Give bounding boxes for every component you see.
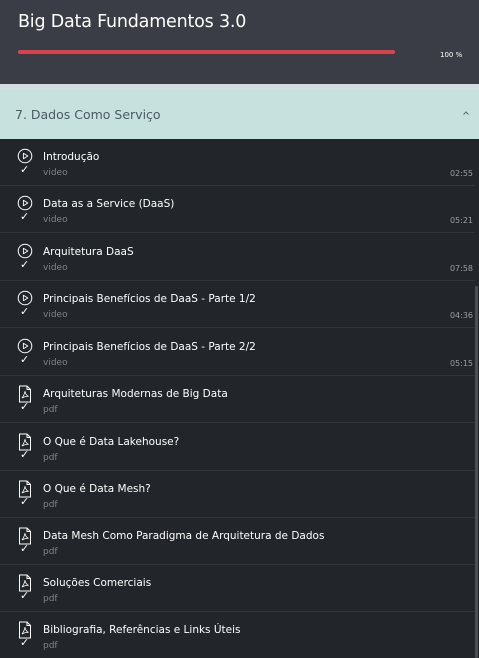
lesson-item[interactable]: ✓ Introdução video 02:55 [0, 139, 475, 186]
course-title: Big Data Fundamentos 3.0 [18, 12, 247, 32]
lesson-item[interactable]: ✓ Arquiteturas Modernas de Big Data pdf [0, 376, 475, 423]
lesson-type: video [43, 168, 68, 178]
lesson-duration: 05:15 [449, 359, 473, 368]
lesson-title: Data Mesh Como Paradigma de Arquitetura … [43, 530, 325, 542]
scrollbar[interactable] [475, 286, 478, 658]
lesson-item[interactable]: ✓ Arquitetura DaaS video 07:58 [0, 234, 475, 281]
lesson-list: ✓ Introdução video 02:55 ✓ Data as a Service … [0, 139, 479, 658]
lesson-title: O Que é Data Mesh? [43, 483, 151, 495]
lesson-item[interactable]: ✓ Data as a Service (DaaS) video 05:21 [0, 186, 475, 233]
lesson-duration: 04:36 [449, 311, 473, 320]
lesson-title: Introdução [43, 151, 100, 163]
checkmark-icon: ✓ [20, 210, 30, 223]
course-progress-bar [18, 50, 395, 54]
lesson-item[interactable]: ✓ Data Mesh Como Paradigma de Arquitetura… [0, 518, 475, 565]
lesson-type: pdf [43, 594, 58, 604]
lesson-type: video [43, 215, 68, 225]
course-progress-label: 100 % [440, 51, 463, 59]
lesson-duration: 07:58 [449, 264, 473, 273]
lesson-item[interactable]: ✓ Principais Benefícios de DaaS - Parte 1… [0, 281, 475, 328]
checkmark-icon: ✓ [20, 400, 30, 413]
lesson-type: pdf [43, 453, 58, 463]
lesson-title: Bibliografia, Referências e Links Úteis [43, 624, 241, 636]
lesson-type: video [43, 310, 68, 320]
checkmark-icon: ✓ [20, 636, 30, 649]
lesson-type: pdf [43, 500, 58, 510]
checkmark-icon: ✓ [20, 542, 30, 555]
lesson-title: Soluções Comerciais [43, 577, 152, 589]
lesson-title: Arquiteturas Modernas de Big Data [43, 388, 228, 400]
checkmark-icon: ✓ [20, 258, 30, 271]
lesson-item[interactable]: ✓ Principais Benefícios de DaaS - Parte 2… [0, 329, 475, 376]
checkmark-icon: ✓ [20, 163, 30, 176]
lesson-type: video [43, 263, 68, 273]
checkmark-icon: ✓ [20, 448, 30, 461]
lesson-type: video [43, 358, 68, 368]
course-header: Big Data Fundamentos 3.0 100 % [0, 0, 479, 84]
lesson-duration: 02:55 [449, 169, 473, 178]
lesson-title: Arquitetura DaaS [43, 246, 134, 258]
lesson-type: pdf [43, 547, 58, 557]
lesson-item[interactable]: ✓ Soluções Comerciais pdf [0, 565, 475, 612]
lesson-type: pdf [43, 641, 58, 651]
section-title: 7. Dados Como Serviço [15, 107, 161, 122]
chevron-up-icon[interactable] [462, 109, 470, 117]
checkmark-icon: ✓ [20, 495, 30, 508]
lesson-title: Data as a Service (DaaS) [43, 198, 175, 210]
section-header[interactable]: 7. Dados Como Serviço [0, 89, 479, 139]
lesson-item[interactable]: ✓ O Que é Data Mesh? pdf [0, 471, 475, 518]
lesson-item[interactable]: ✓ Bibliografia, Referências e Links Úteis… [0, 612, 475, 658]
lesson-title: Principais Benefícios de DaaS - Parte 2/… [43, 341, 256, 353]
checkmark-icon: ✓ [20, 305, 30, 318]
lesson-title: O Que é Data Lakehouse? [43, 436, 180, 448]
lesson-duration: 05:21 [449, 216, 473, 225]
course-progress-fill [18, 50, 395, 54]
lesson-type: pdf [43, 405, 58, 415]
lesson-title: Principais Benefícios de DaaS - Parte 1/… [43, 293, 256, 305]
lesson-item[interactable]: ✓ O Que é Data Lakehouse? pdf [0, 424, 475, 471]
checkmark-icon: ✓ [20, 353, 30, 366]
checkmark-icon: ✓ [20, 589, 30, 602]
